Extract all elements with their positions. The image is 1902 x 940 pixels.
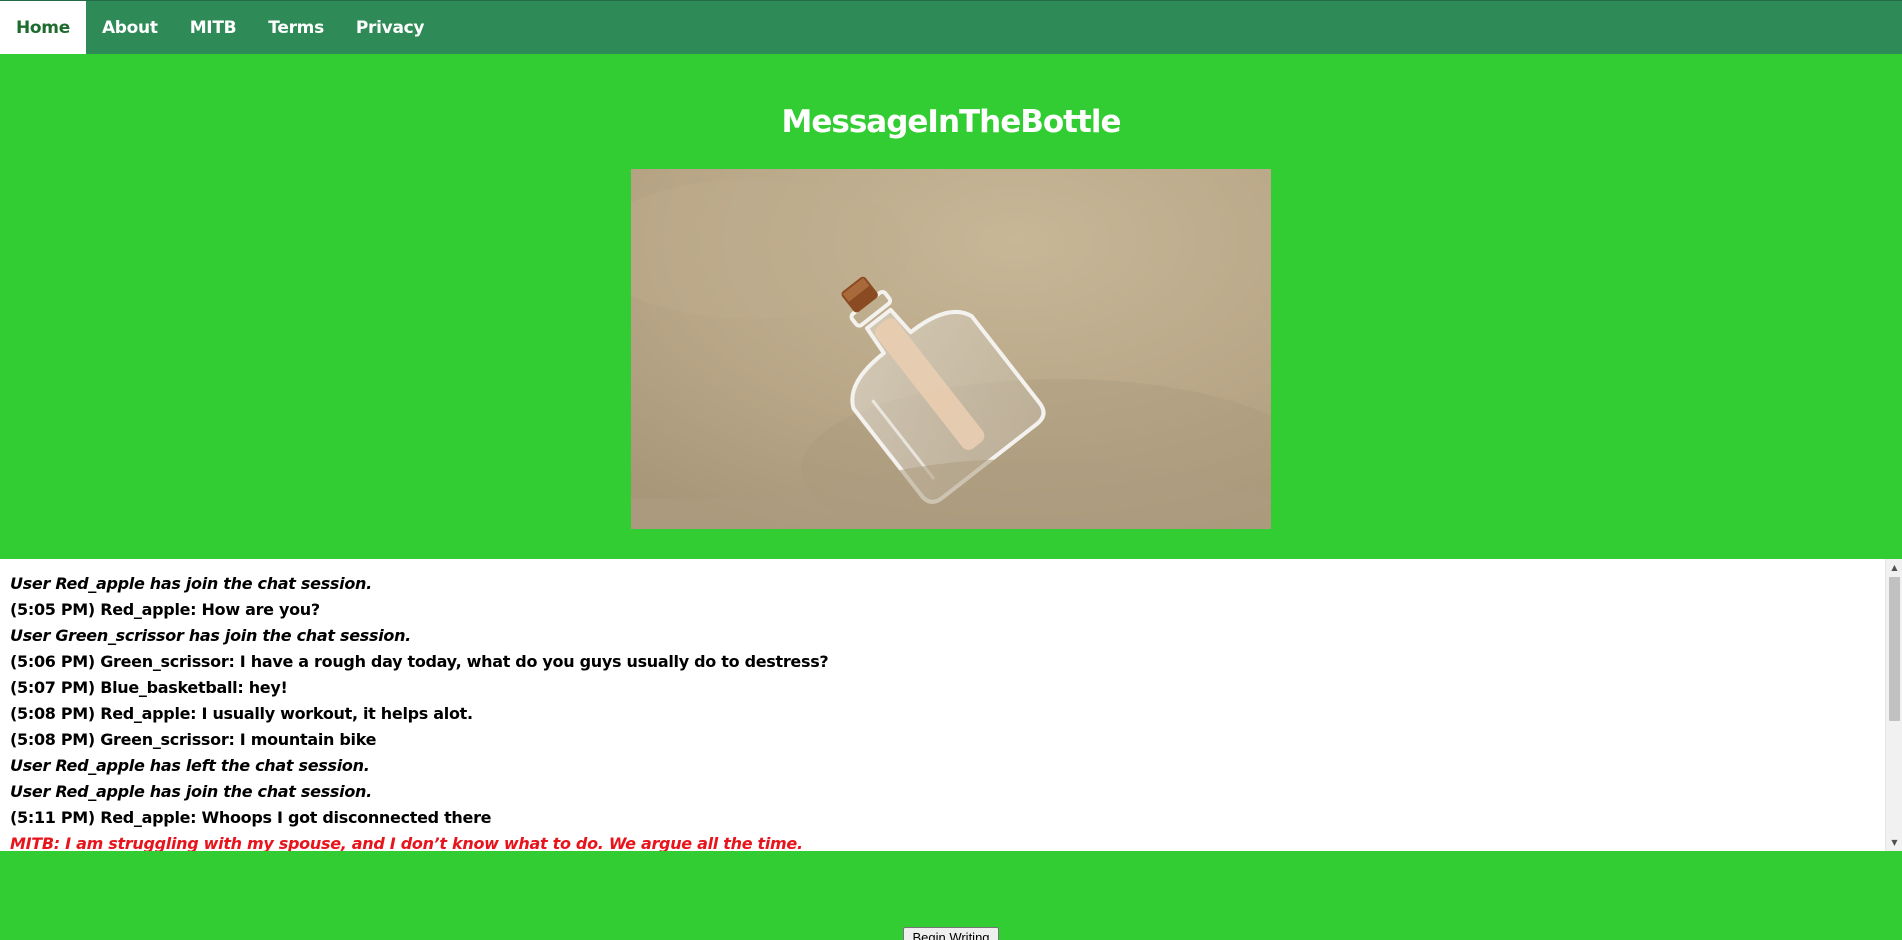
nav-mitb[interactable]: MITB: [174, 1, 253, 54]
nav-privacy[interactable]: Privacy: [340, 1, 440, 54]
chat-system-line: User Red_apple has left the chat session…: [10, 756, 370, 775]
site-title: MessageInTheBottle: [781, 104, 1122, 140]
scroll-down-arrow-icon[interactable]: ▼: [1886, 834, 1902, 851]
nav-home[interactable]: Home: [0, 1, 86, 54]
chat-system-line: User Red_apple has join the chat session…: [10, 574, 372, 593]
chat-message-line: (5:08 PM) Green_scrissor: I mountain bik…: [10, 730, 377, 749]
chat-log[interactable]: User Red_apple has join the chat session…: [0, 559, 1902, 851]
nav-terms[interactable]: Terms: [252, 1, 340, 54]
chat-system-line: User Red_apple has join the chat session…: [10, 782, 372, 801]
chat-message-line: (5:05 PM) Red_apple: How are you?: [10, 600, 320, 619]
nav-about[interactable]: About: [86, 1, 174, 54]
chat-message-line: (5:11 PM) Red_apple: Whoops I got discon…: [10, 808, 492, 827]
chat-message-line: (5:08 PM) Red_apple: I usually workout, …: [10, 704, 473, 723]
begin-writing-button[interactable]: Begin Writing: [903, 927, 999, 940]
hero-image: [631, 169, 1271, 529]
chat-message-line: (5:07 PM) Blue_basketball: hey!: [10, 678, 288, 697]
chat-scrollbar[interactable]: ▲ ▼: [1885, 559, 1902, 851]
chat-message-line: (5:06 PM) Green_scrissor: I have a rough…: [10, 652, 829, 671]
chat-system-line: User Green_scrissor has join the chat se…: [10, 626, 411, 645]
chat-messages: User Red_apple has join the chat session…: [10, 571, 1872, 851]
top-navbar: Home About MITB Terms Privacy: [0, 0, 1902, 54]
scroll-up-arrow-icon[interactable]: ▲: [1886, 559, 1902, 576]
bottle-in-sand-illustration: [631, 169, 1271, 529]
scroll-thumb[interactable]: [1889, 577, 1900, 721]
mitb-prompt-line: MITB: I am struggling with my spouse, an…: [10, 834, 803, 851]
